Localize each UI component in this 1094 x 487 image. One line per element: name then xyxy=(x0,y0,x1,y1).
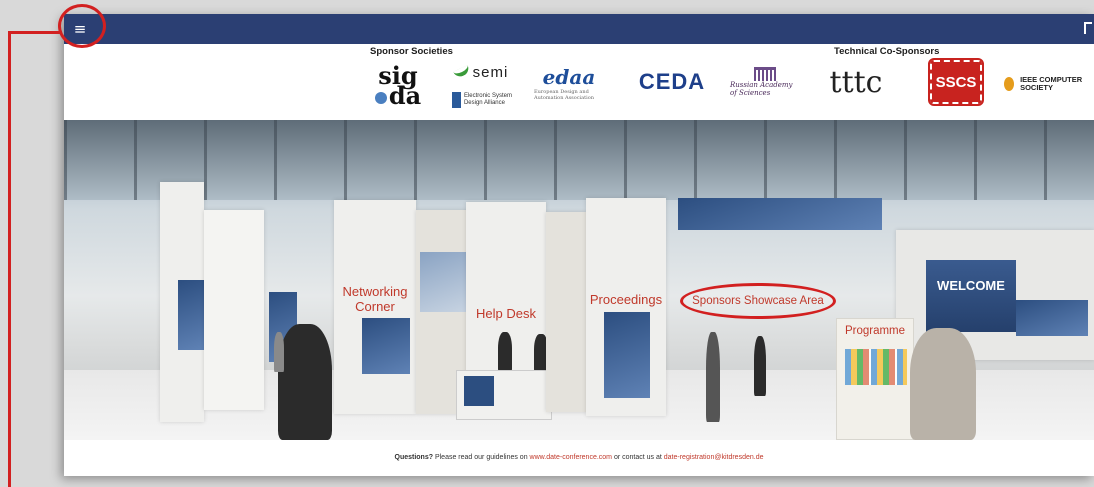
tttc-logo[interactable]: tttc xyxy=(816,64,896,100)
footer-text: Please read our guidelines on xyxy=(433,454,530,461)
help-desk-person xyxy=(498,332,512,372)
esd-logo-text: Electronic System Design Alliance xyxy=(463,93,512,106)
sponsor-societies-heading: Sponsor Societies xyxy=(370,46,453,57)
ieee-logo-text: IEEE COMPUTER SOCIETY xyxy=(1020,75,1083,92)
sigda-logo-bottom: da xyxy=(374,84,421,108)
sponsor-header: Sponsor Societies Technical Co-Sponsors … xyxy=(64,44,1094,120)
semi-logo-text: semi xyxy=(472,63,509,81)
programme-label: Programme xyxy=(844,325,906,337)
edaa-logo-subtitle: European Design and Automation Associati… xyxy=(534,89,594,101)
help-desk-photo-poster xyxy=(420,252,470,312)
programme-schedule-grid xyxy=(845,349,907,385)
footer: Questions? Please read our guidelines on… xyxy=(64,440,1094,476)
foreground-visitor xyxy=(278,324,332,440)
sscs-logo[interactable]: SSCS xyxy=(928,58,984,106)
user-icon[interactable] xyxy=(1084,22,1092,34)
email-link[interactable]: date-registration@kitdresden.de xyxy=(664,454,764,461)
technical-cosponsors-heading: Technical Co-Sponsors xyxy=(834,46,940,57)
footer-text-2: or contact us at xyxy=(612,454,664,461)
ceda-logo[interactable]: CEDA xyxy=(636,69,708,94)
programme-stand[interactable]: Programme xyxy=(836,318,914,440)
building-icon xyxy=(754,67,776,81)
russian-academy-text: Russian Academy of Sciences xyxy=(730,81,793,97)
esd-icon xyxy=(452,92,461,108)
date-banner xyxy=(678,198,882,230)
questions-label: Questions? xyxy=(394,454,434,461)
hall-roof xyxy=(64,120,1094,200)
sigda-logo[interactable]: sig da xyxy=(370,64,426,108)
welcome-screen[interactable]: WELCOME xyxy=(926,260,1016,332)
app-window: ≡ Sponsor Societies Technical Co-Sponsor… xyxy=(64,14,1094,476)
annotation-circle xyxy=(58,4,106,48)
russian-academy-logo[interactable]: Russian Academy of Sciences xyxy=(730,64,800,100)
proceedings-poster xyxy=(604,312,650,398)
esd-alliance-logo[interactable]: Electronic System Design Alliance xyxy=(452,90,522,110)
help-desk-label[interactable]: Help Desk xyxy=(466,306,546,321)
proceedings-label[interactable]: Proceedings xyxy=(586,292,666,307)
visitor-person xyxy=(706,332,720,422)
edaa-logo[interactable]: edaa European Design and Automation Asso… xyxy=(534,58,604,108)
website-link[interactable]: www.date-conference.com xyxy=(530,454,612,461)
left-wall-2 xyxy=(204,210,264,410)
annotation-line xyxy=(8,31,11,487)
left-wall-poster xyxy=(178,280,204,350)
welcome-side-screen xyxy=(1016,300,1088,336)
ieee-gear-icon xyxy=(1004,77,1015,91)
semi-logo[interactable]: semi xyxy=(449,62,513,82)
annotation-line xyxy=(8,31,62,34)
visitor-person xyxy=(754,336,766,396)
networking-poster xyxy=(362,318,410,374)
proceedings-side-wall xyxy=(546,212,586,412)
edaa-logo-text: edaa xyxy=(542,65,596,89)
sponsors-showcase-area[interactable]: Sponsors Showcase Area xyxy=(680,283,836,319)
networking-corner-label[interactable]: Networking Corner xyxy=(334,284,416,314)
ieee-computer-society-logo[interactable]: IEEE COMPUTER SOCIETY xyxy=(1004,72,1090,96)
foreground-visitor xyxy=(910,328,976,440)
background-visitor xyxy=(274,332,284,372)
top-navigation-bar: ≡ xyxy=(64,14,1094,44)
semi-swoosh-icon xyxy=(452,64,471,80)
virtual-exhibition-hall: Networking Corner Help Desk Proceedings … xyxy=(64,120,1094,440)
help-desk-counter-logo xyxy=(464,376,494,406)
